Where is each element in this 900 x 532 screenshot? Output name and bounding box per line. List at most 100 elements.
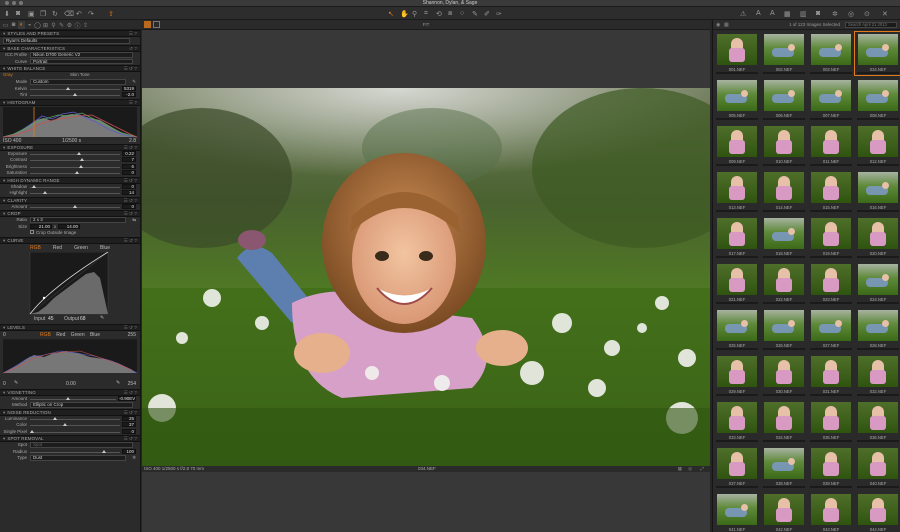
tint-value[interactable]: -2.0 (122, 92, 136, 97)
exposure-value[interactable]: 0 (122, 170, 136, 175)
clarity-slider[interactable] (30, 204, 120, 208)
thumbnail[interactable]: 022.NEF (761, 262, 807, 305)
rating-bar[interactable] (810, 164, 852, 166)
viewer-loupe-icon[interactable]: ◎ (688, 466, 692, 472)
noise-slider[interactable] (30, 416, 120, 420)
zoom-level[interactable]: FIT (404, 21, 448, 28)
main-photo[interactable] (142, 88, 710, 466)
viewer-fullscreen-icon[interactable]: ⤢ (700, 466, 704, 472)
rating-bar[interactable] (810, 256, 852, 258)
crop-icon[interactable]: ⌗ (424, 9, 428, 18)
tab-color-icon[interactable]: ◐ (18, 21, 25, 29)
thumbnail[interactable]: 027.NEF (808, 308, 854, 351)
section-styles-presets[interactable]: STYLES AND PRESETS☰ ? (0, 30, 140, 37)
rating-bar[interactable] (716, 486, 758, 488)
thumbnail[interactable]: 036.NEF (855, 400, 900, 443)
rating-bar[interactable] (857, 394, 899, 396)
spot-settings-icon[interactable]: ✲ (132, 455, 136, 461)
wb-picker-icon[interactable]: ✎ (132, 79, 136, 85)
section-levels[interactable]: LEVELS☰ ↺ ? (0, 323, 140, 331)
image-viewer[interactable]: ISO 400 1/2500 s f/2.8 70 mm 034.NEF ▦ ◎… (142, 30, 710, 532)
section-crop[interactable]: CROP☰ ↺ ? (0, 210, 140, 217)
spot-icon[interactable]: ○ (460, 9, 464, 18)
tab-output-icon[interactable]: ⇪ (82, 21, 89, 29)
curve-input-value[interactable]: 45 (48, 316, 54, 322)
thumbnail[interactable]: 023.NEF (808, 262, 854, 305)
crop-width[interactable]: 21.00 (30, 223, 52, 229)
section-exposure[interactable]: EXPOSURE☰ ↺ ? (0, 143, 140, 151)
thumbnail[interactable]: 034.NEF (854, 31, 900, 76)
thumbnail[interactable]: 007.NEF (808, 78, 854, 121)
viewer-grid-icon[interactable]: ▦ (678, 466, 682, 472)
tab-details-icon[interactable]: ⚲ (50, 21, 57, 29)
loupe-view-icon[interactable]: ⊙ (864, 9, 870, 18)
rating-bar[interactable] (857, 164, 899, 166)
thumbnail[interactable]: 013.NEF (714, 170, 760, 213)
thumbnail[interactable]: 001.NEF (714, 32, 760, 75)
hdr-slider[interactable] (30, 184, 120, 188)
thumbnail[interactable]: 030.NEF (761, 354, 807, 397)
thumbnail[interactable]: 008.NEF (855, 78, 900, 121)
exposure-value[interactable]: 7 (122, 157, 136, 162)
tab-adjust-icon[interactable]: ⚙ (66, 21, 73, 29)
vignetting-value[interactable]: -0.90EV (118, 395, 136, 401)
levels-tab-green[interactable]: Green (71, 332, 85, 338)
thumbnail[interactable]: 031.NEF (808, 354, 854, 397)
thumbnail[interactable]: 009.NEF (714, 124, 760, 167)
thumbnail[interactable]: 016.NEF (855, 170, 900, 213)
thumbnail[interactable]: 020.NEF (855, 216, 900, 259)
thumbnail[interactable]: 039.NEF (808, 446, 854, 489)
brush-icon[interactable]: ✐ (484, 9, 490, 18)
rating-bar[interactable] (810, 348, 852, 350)
spot-radius-slider[interactable] (30, 449, 120, 453)
rating-bar[interactable] (716, 72, 758, 74)
rating-bar[interactable] (763, 72, 805, 74)
rating-bar[interactable] (857, 348, 899, 350)
thumbnail[interactable]: 029.NEF (714, 354, 760, 397)
thumbnail[interactable]: 026.NEF (761, 308, 807, 351)
grid-icon[interactable]: ▦ (784, 9, 791, 18)
rating-bar[interactable] (857, 486, 899, 488)
exposure-value[interactable]: 6 (122, 163, 136, 169)
thumbnail[interactable]: 021.NEF (714, 262, 760, 305)
thumbnail[interactable]: 043.NEF (808, 492, 854, 532)
section-base-characteristics[interactable]: BASE CHARACTERISTICS↺ ? (0, 45, 140, 52)
rating-bar[interactable] (716, 256, 758, 258)
thumbnail[interactable]: 032.NEF (855, 354, 900, 397)
icc-profile-dropdown[interactable]: Nikon D700 Generic V2 (30, 52, 133, 58)
rating-bar[interactable] (810, 302, 852, 304)
overlay-icon[interactable]: ▥ (800, 9, 807, 18)
rating-bar[interactable] (716, 348, 758, 350)
rating-bar[interactable] (716, 210, 758, 212)
browser-view-icon[interactable]: ◉ (716, 22, 720, 28)
thumbnail[interactable]: 017.NEF (714, 216, 760, 259)
section-spot-removal[interactable]: SPOT REMOVAL☰ ↺ ? (0, 435, 140, 442)
rating-bar[interactable] (857, 440, 899, 442)
noise-slider[interactable] (30, 429, 120, 433)
copy-icon[interactable]: ❐ (40, 9, 46, 18)
levels-tab-red[interactable]: Red (56, 332, 65, 338)
hand-icon[interactable]: ✋ (400, 9, 409, 18)
keystone-icon[interactable]: ⧈ (448, 9, 452, 18)
spot-type-dropdown[interactable]: Dust (30, 455, 126, 461)
rating-bar[interactable] (716, 440, 758, 442)
thumbnail[interactable]: 034.NEF (761, 400, 807, 443)
thumbnail[interactable]: 037.NEF (714, 446, 760, 489)
thumbnail[interactable]: 035.NEF (808, 400, 854, 443)
rating-bar[interactable] (763, 118, 805, 120)
rating-bar[interactable] (763, 256, 805, 258)
thumbnail[interactable]: 012.NEF (855, 124, 900, 167)
thumbnail[interactable]: 025.NEF (714, 308, 760, 351)
tab-capture-icon[interactable]: ◙ (10, 21, 17, 29)
wb-mode-dropdown[interactable]: Custom (30, 79, 126, 85)
redo-icon[interactable]: ↷ (88, 9, 94, 18)
tab-lens-icon[interactable]: ◯ (34, 21, 41, 29)
rating-bar[interactable] (857, 72, 899, 74)
tab-metadata-icon[interactable]: ⓘ (74, 21, 81, 30)
noise-value[interactable]: 37 (122, 422, 136, 427)
levels-tab-blue[interactable]: Blue (90, 332, 100, 338)
settings-icon[interactable]: ✲ (832, 9, 838, 18)
tab-library-icon[interactable]: ▭ (2, 21, 9, 29)
thumbnail[interactable]: 041.NEF (714, 492, 760, 532)
a-icon[interactable]: A (756, 9, 761, 18)
